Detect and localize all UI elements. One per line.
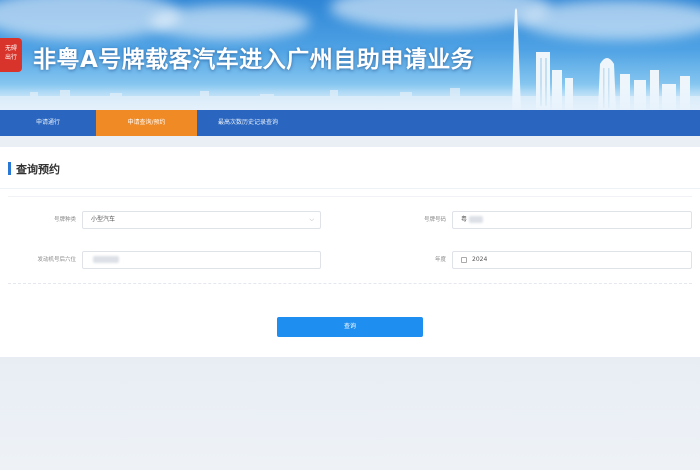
year-label: 年度 xyxy=(434,257,446,263)
nav-item-apply[interactable]: 申请通行 xyxy=(0,110,96,136)
calendar-icon xyxy=(461,256,467,263)
header-banner: 无碍 出行 非粤A号牌载客汽车进入广州自助申请业务 xyxy=(0,0,700,110)
page-banner-title: 非粤A号牌载客汽车进入广州自助申请业务 xyxy=(33,47,475,73)
redacted-text xyxy=(469,216,484,223)
nav-item-query-reservation[interactable]: 申请查询/预约 xyxy=(96,110,197,136)
query-panel: 查询预约 号牌种类 小型汽车 ⌵ 号牌号码 粤 发动机号后六位 年度 2024 … xyxy=(0,147,700,357)
plate-type-value: 小型汽车 xyxy=(91,216,116,223)
plate-number-label: 号牌号码 xyxy=(423,217,446,223)
redacted-text xyxy=(93,256,119,263)
plate-number-value: 粤 xyxy=(461,216,468,223)
engine-number-label: 发动机号后六位 xyxy=(37,257,76,263)
main-nav: 申请通行 申请查询/预约 最高次数历史记录查询 xyxy=(0,110,700,136)
panel-title: 查询预约 xyxy=(16,163,60,176)
year-date-picker[interactable]: 2024 xyxy=(452,251,692,269)
brand-logo: 无碍 出行 xyxy=(0,38,22,72)
title-accent-bar xyxy=(8,162,11,175)
year-value: 2024 xyxy=(472,256,488,263)
engine-number-input[interactable] xyxy=(82,251,321,269)
plate-type-select[interactable]: 小型汽车 ⌵ xyxy=(82,211,321,229)
plate-type-label: 号牌种类 xyxy=(53,217,76,223)
panel-header: 查询预约 xyxy=(0,147,700,189)
chevron-down-icon: ⌵ xyxy=(309,216,314,223)
page-footer-area xyxy=(0,357,700,470)
query-form: 号牌种类 小型汽车 ⌵ 号牌号码 粤 发动机号后六位 年度 2024 xyxy=(8,196,692,284)
nav-item-history-query[interactable]: 最高次数历史记录查询 xyxy=(197,110,299,136)
query-button[interactable]: 查询 xyxy=(277,317,423,337)
plate-number-input[interactable]: 粤 xyxy=(452,211,692,229)
